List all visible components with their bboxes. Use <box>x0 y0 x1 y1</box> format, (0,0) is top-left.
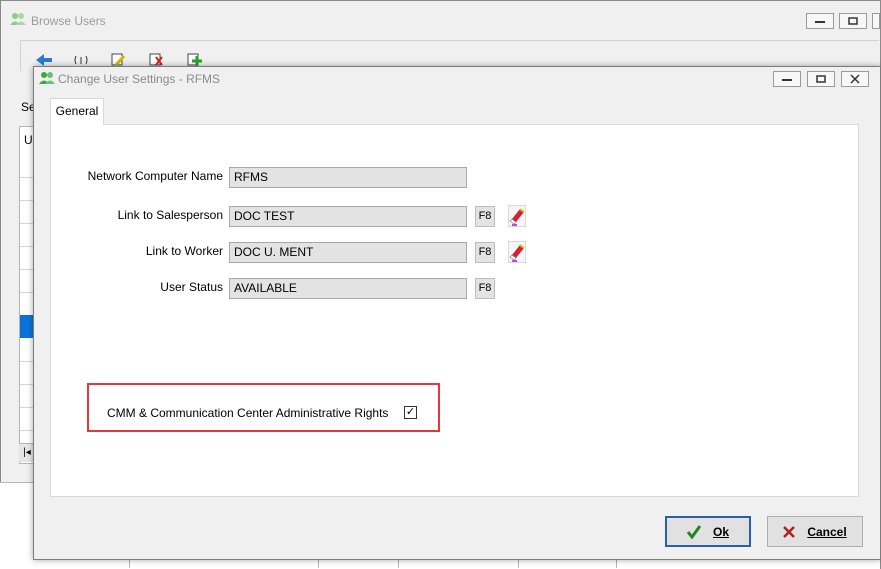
maximize-icon <box>816 75 826 83</box>
network-computer-name-label: Network Computer Name <box>87 169 223 183</box>
signal-icon[interactable] <box>74 54 88 66</box>
grid-header: U <box>24 133 33 147</box>
eraser-icon[interactable] <box>508 205 526 227</box>
cmm-admin-rights-label[interactable]: CMM & Communication Center Administrativ… <box>107 406 388 420</box>
eraser-icon[interactable] <box>508 241 526 263</box>
bg-maximize-button[interactable] <box>839 13 867 29</box>
users-icon <box>39 72 55 84</box>
close-icon <box>850 74 860 84</box>
edit-user-icon[interactable] <box>110 53 126 66</box>
ok-label: Ok <box>712 524 729 539</box>
dialog-minimize-button[interactable] <box>773 71 801 87</box>
check-icon <box>686 524 701 539</box>
bg-minimize-button[interactable] <box>806 13 834 29</box>
users-icon <box>10 13 26 25</box>
bg-bottom-area <box>0 482 34 569</box>
dialog-close-button[interactable] <box>841 71 869 87</box>
browse-users-title: Browse Users <box>31 14 106 28</box>
ok-button[interactable]: Ok <box>665 516 751 547</box>
cancel-label: Cancel <box>807 524 847 539</box>
dialog-maximize-button[interactable] <box>807 71 835 87</box>
user-status-label: User Status <box>160 280 223 294</box>
salesperson-f8-lookup-button[interactable]: F8 <box>475 206 495 227</box>
minimize-icon <box>815 21 825 23</box>
user-status-field[interactable]: AVAILABLE <box>229 278 467 299</box>
worker-f8-lookup-button[interactable]: F8 <box>475 242 495 263</box>
network-computer-name-field[interactable]: RFMS <box>229 167 467 188</box>
user-status-f8-lookup-button[interactable]: F8 <box>475 278 495 299</box>
browse-users-titlebar <box>1 1 880 41</box>
bg-close-button[interactable] <box>872 13 880 29</box>
link-to-worker-field[interactable]: DOC U. MENT <box>229 242 467 263</box>
link-to-worker-label: Link to Worker <box>145 244 223 258</box>
x-icon <box>783 525 796 538</box>
tab-general[interactable]: General <box>50 98 104 125</box>
minimize-icon <box>782 79 792 81</box>
delete-user-icon[interactable] <box>148 53 164 66</box>
add-user-icon[interactable] <box>186 53 202 66</box>
cancel-button[interactable]: Cancel <box>767 516 863 547</box>
link-to-salesperson-field[interactable]: DOC TEST <box>229 206 467 227</box>
dialog-title: Change User Settings - RFMS <box>58 72 221 86</box>
cmm-admin-rights-checkbox[interactable]: ✓ <box>404 406 417 419</box>
link-to-salesperson-label: Link to Salesperson <box>117 208 223 222</box>
maximize-icon <box>848 17 858 25</box>
back-arrow-icon[interactable] <box>36 54 52 66</box>
